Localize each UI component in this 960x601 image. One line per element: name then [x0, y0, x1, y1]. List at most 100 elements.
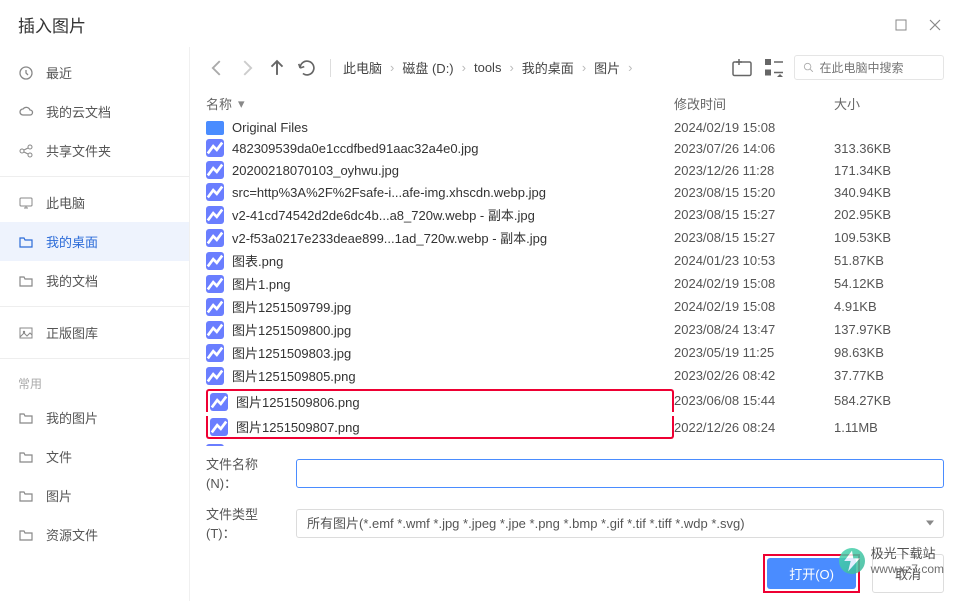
column-size[interactable]: 大小	[834, 94, 944, 113]
breadcrumb-item[interactable]: 此电脑	[343, 58, 382, 77]
refresh-button[interactable]	[296, 57, 318, 79]
sidebar-item-资源文件[interactable]: 资源文件	[0, 515, 189, 554]
sidebar-item-我的图片[interactable]: 我的图片	[0, 398, 189, 437]
image-file-icon	[206, 229, 224, 247]
column-name[interactable]: 名称	[206, 94, 232, 113]
chevron-right-icon: ›	[505, 60, 517, 75]
breadcrumb: 此电脑›磁盘 (D:)›tools›我的桌面›图片›	[343, 58, 722, 77]
file-modified: 2024/02/19 15:08	[674, 276, 834, 291]
file-modified: 2023/08/15 15:20	[674, 185, 834, 200]
file-name: 图表.png	[232, 251, 283, 270]
file-row[interactable]: 图片1251509806.png2023/06/08 15:44584.27KB	[206, 387, 944, 414]
file-modified: 2023/08/24 13:47	[674, 322, 834, 337]
file-row[interactable]: 图片1251509807.png2022/12/26 08:241.11MB	[206, 414, 944, 441]
sidebar-item-最近[interactable]: 最近	[0, 53, 189, 92]
sidebar-item-文件[interactable]: 文件	[0, 437, 189, 476]
filename-input[interactable]	[296, 459, 944, 488]
file-row[interactable]: 图表.png2024/01/23 10:5351.87KB	[206, 249, 944, 272]
sidebar-item-我的云文档[interactable]: 我的云文档	[0, 92, 189, 131]
file-name: 图片1251509799.jpg	[232, 297, 351, 316]
breadcrumb-item[interactable]: tools	[474, 60, 501, 75]
file-row[interactable]: src=http%3A%2F%2Fsafe-i...afe-img.xhscdn…	[206, 181, 944, 203]
file-size: 313.36KB	[834, 141, 944, 156]
file-name: 图片1251509800.jpg	[232, 320, 351, 339]
file-row[interactable]: 20200218070103_oyhwu.jpg2023/12/26 11:28…	[206, 159, 944, 181]
back-button[interactable]	[206, 57, 228, 79]
file-size: 171.34KB	[834, 163, 944, 178]
filetype-select[interactable]: 所有图片(*.emf *.wmf *.jpg *.jpeg *.jpe *.pn…	[296, 509, 944, 538]
filename-label: 文件名称(N)：	[206, 454, 286, 492]
up-button[interactable]	[266, 57, 288, 79]
forward-button[interactable]	[236, 57, 258, 79]
file-name: v2-f53a0217e233deae899...1ad_720w.webp -…	[232, 228, 547, 247]
file-name: 图片1251509806.png	[236, 392, 360, 411]
file-row[interactable]: 482309539da0e1ccdfbed91aac32a4e0.jpg2023…	[206, 137, 944, 159]
sidebar-item-我的桌面[interactable]: 我的桌面	[0, 222, 189, 261]
image-file-icon	[206, 183, 224, 201]
folder-icon	[18, 234, 34, 250]
sidebar-item-label: 我的桌面	[46, 232, 98, 251]
file-row[interactable]: 图片1251509799.jpg 2024/02/19 15:084.91KB	[206, 295, 944, 318]
column-modified[interactable]: 修改时间	[674, 94, 834, 113]
file-size: 1.11MB	[834, 420, 944, 435]
image-file-icon	[206, 321, 224, 339]
close-button[interactable]	[928, 18, 942, 32]
search-input[interactable]	[820, 61, 936, 75]
file-modified: 2023/05/19 11:25	[674, 345, 834, 360]
file-modified: 2024/01/23 10:53	[674, 253, 834, 268]
breadcrumb-item[interactable]: 我的桌面	[522, 58, 574, 77]
image-file-icon	[206, 275, 224, 293]
file-row[interactable]: 图片1.png2024/02/19 15:0854.12KB	[206, 272, 944, 295]
sidebar-item-label: 正版图库	[46, 323, 98, 342]
image-file-icon	[206, 298, 224, 316]
share-icon	[18, 143, 34, 159]
chevron-right-icon: ›	[624, 60, 636, 75]
file-row[interactable]: v2-41cd74542d2de6dc4b...a8_720w.webp - 副…	[206, 203, 944, 226]
sidebar-item-label: 资源文件	[46, 525, 98, 544]
new-folder-button[interactable]	[730, 56, 754, 80]
file-modified: 2024/02/19 15:08	[674, 299, 834, 314]
file-modified: 2023/08/15 15:27	[674, 207, 834, 222]
highlight-annotation: 打开(O)	[763, 554, 860, 593]
clock-icon	[18, 65, 34, 81]
cancel-button[interactable]: 取消	[872, 554, 944, 593]
file-row[interactable]: 图片1251509805.png2023/02/26 08:4237.77KB	[206, 364, 944, 387]
maximize-button[interactable]	[894, 18, 908, 32]
file-modified: 2023/08/15 15:27	[674, 230, 834, 245]
file-size: 37.77KB	[834, 368, 944, 383]
sidebar-item-正版图库[interactable]: 正版图库	[0, 313, 189, 352]
sidebar-item-label: 文件	[46, 447, 72, 466]
file-size: 109.53KB	[834, 230, 944, 245]
chevron-right-icon: ›	[578, 60, 590, 75]
file-modified: 2024/02/19 15:08	[674, 120, 834, 135]
sidebar-item-label: 最近	[46, 63, 72, 82]
breadcrumb-item[interactable]: 磁盘 (D:)	[402, 58, 453, 77]
open-button[interactable]: 打开(O)	[767, 558, 856, 589]
file-row[interactable]: Original Files 2024/02/19 15:08	[206, 118, 944, 137]
sidebar-item-图片[interactable]: 图片	[0, 476, 189, 515]
file-size: 4.91KB	[834, 299, 944, 314]
file-name: Original Files	[232, 120, 308, 135]
file-modified: 2023/07/26 14:06	[674, 141, 834, 156]
file-row[interactable]: v2-f53a0217e233deae899...1ad_720w.webp -…	[206, 226, 944, 249]
chevron-right-icon: ›	[386, 60, 398, 75]
image-icon	[18, 325, 34, 341]
sidebar-item-共享文件夹[interactable]: 共享文件夹	[0, 131, 189, 170]
file-row[interactable]: 图片1251509803.jpg 2023/05/19 11:2598.63KB	[206, 341, 944, 364]
search-box[interactable]	[794, 55, 944, 80]
sidebar-item-此电脑[interactable]: 此电脑	[0, 183, 189, 222]
file-size: 98.63KB	[834, 345, 944, 360]
view-options-button[interactable]	[762, 56, 786, 80]
breadcrumb-item[interactable]: 图片	[594, 58, 620, 77]
sort-indicator-icon: ▾	[238, 96, 245, 112]
sidebar-item-label: 此电脑	[46, 193, 85, 212]
file-size: 54.12KB	[834, 276, 944, 291]
file-name: 图片1251509803.jpg	[232, 343, 351, 362]
file-size: 340.94KB	[834, 185, 944, 200]
sidebar-item-我的文档[interactable]: 我的文档	[0, 261, 189, 300]
file-row[interactable]: 图片1251509800.jpg2023/08/24 13:47137.97KB	[206, 318, 944, 341]
image-file-icon	[206, 139, 224, 157]
image-file-icon	[206, 367, 224, 385]
folder-icon	[206, 121, 224, 135]
file-list: Original Files 2024/02/19 15:08 482309539d…	[190, 118, 960, 446]
